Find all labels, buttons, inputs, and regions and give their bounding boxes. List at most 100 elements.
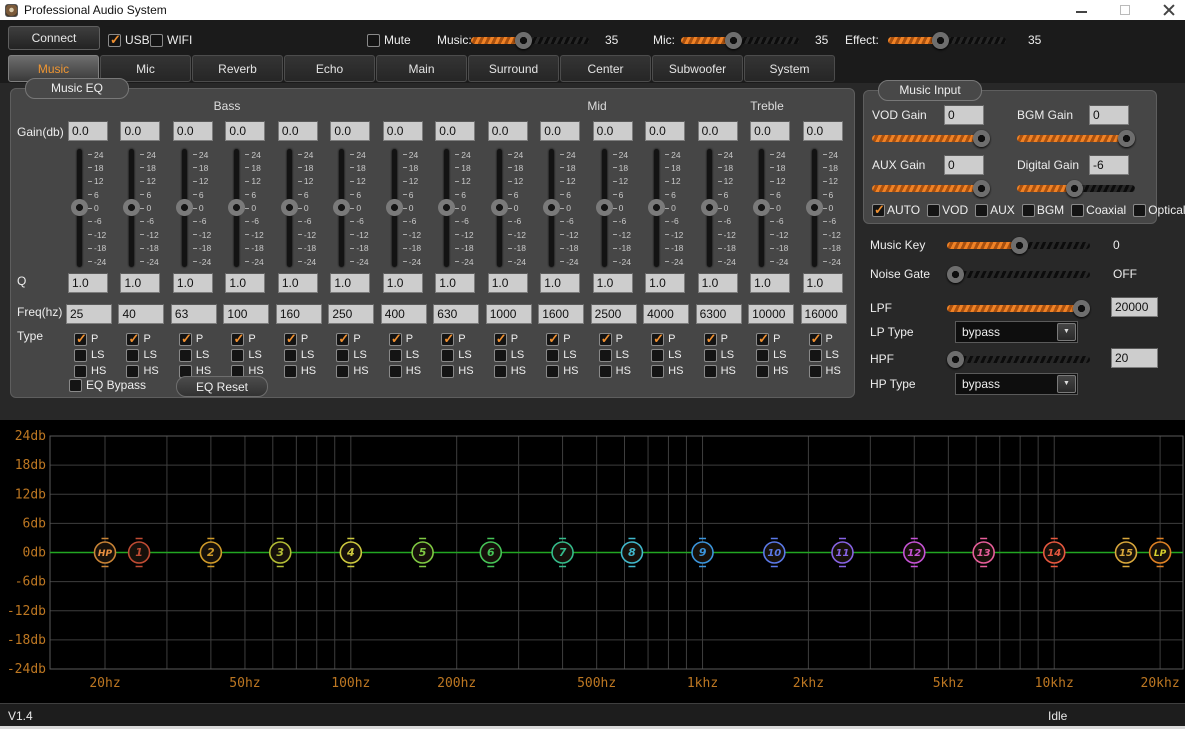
slider-knob[interactable]: [543, 199, 560, 216]
band-point-6[interactable]: 6: [480, 539, 501, 567]
q-input[interactable]: [330, 273, 370, 293]
band-point-4[interactable]: 4: [340, 539, 361, 567]
gain-input[interactable]: [330, 121, 370, 141]
tab-surround[interactable]: Surround: [468, 55, 559, 82]
tab-reverb[interactable]: Reverb: [192, 55, 283, 82]
gain-slider[interactable]: 24181260-6-12-18-24: [488, 149, 536, 267]
q-input[interactable]: [68, 273, 108, 293]
q-input[interactable]: [698, 273, 738, 293]
tab-echo[interactable]: Echo: [284, 55, 375, 82]
type-checkbox-hs[interactable]: [546, 365, 559, 378]
q-input[interactable]: [645, 273, 685, 293]
lpf-slider[interactable]: [947, 300, 1090, 316]
type-checkbox-p[interactable]: [494, 333, 507, 346]
hpf-value-input[interactable]: [1111, 348, 1158, 368]
gain-slider[interactable]: 24181260-6-12-18-24: [120, 149, 168, 267]
gain-input[interactable]: [173, 121, 213, 141]
gain-slider[interactable]: 24181260-6-12-18-24: [645, 149, 693, 267]
gain-slider[interactable]: 24181260-6-12-18-24: [173, 149, 221, 267]
vod-gain-input[interactable]: [944, 105, 984, 125]
freq-input[interactable]: [643, 304, 689, 324]
type-checkbox-ls[interactable]: [809, 349, 822, 362]
lp-type-dropdown[interactable]: bypass: [955, 321, 1078, 343]
wifi-checkbox[interactable]: [150, 34, 163, 47]
band-point-9[interactable]: 9: [692, 539, 713, 567]
freq-input[interactable]: [696, 304, 742, 324]
q-input[interactable]: [173, 273, 213, 293]
coaxial-source-checkbox[interactable]: [1071, 204, 1084, 217]
slider-knob[interactable]: [386, 199, 403, 216]
gain-input[interactable]: [803, 121, 843, 141]
freq-input[interactable]: [591, 304, 637, 324]
aux-gain-input[interactable]: [944, 155, 984, 175]
type-checkbox-ls[interactable]: [441, 349, 454, 362]
type-checkbox-p[interactable]: [389, 333, 402, 346]
gain-slider[interactable]: 24181260-6-12-18-24: [68, 149, 116, 267]
type-checkbox-p[interactable]: [179, 333, 192, 346]
band-point-12[interactable]: 12: [904, 539, 925, 567]
slider-knob[interactable]: [806, 199, 823, 216]
type-checkbox-ls[interactable]: [389, 349, 402, 362]
type-checkbox-ls[interactable]: [704, 349, 717, 362]
band-point-14[interactable]: 14: [1044, 539, 1065, 567]
type-checkbox-p[interactable]: [126, 333, 139, 346]
slider-knob[interactable]: [947, 266, 964, 283]
close-button[interactable]: [1161, 2, 1177, 18]
aux-gain-slider[interactable]: [872, 180, 990, 196]
slider-knob[interactable]: [491, 199, 508, 216]
type-checkbox-p[interactable]: [756, 333, 769, 346]
q-input[interactable]: [383, 273, 423, 293]
band-point-hp[interactable]: HP: [95, 539, 116, 567]
slider-knob[interactable]: [228, 199, 245, 216]
q-input[interactable]: [593, 273, 633, 293]
type-checkbox-p[interactable]: [336, 333, 349, 346]
slider-knob[interactable]: [753, 199, 770, 216]
type-checkbox-hs[interactable]: [494, 365, 507, 378]
gain-slider[interactable]: 24181260-6-12-18-24: [540, 149, 588, 267]
freq-input[interactable]: [276, 304, 322, 324]
effect-volume-slider[interactable]: [888, 32, 1006, 48]
band-point-lp[interactable]: LP: [1150, 539, 1171, 567]
connect-button[interactable]: Connect: [8, 26, 100, 50]
minimize-button[interactable]: [1073, 2, 1089, 18]
q-input[interactable]: [540, 273, 580, 293]
freq-input[interactable]: [328, 304, 374, 324]
type-checkbox-p[interactable]: [74, 333, 87, 346]
gain-input[interactable]: [383, 121, 423, 141]
slider-knob[interactable]: [281, 199, 298, 216]
gain-input[interactable]: [120, 121, 160, 141]
slider-knob[interactable]: [515, 32, 532, 49]
digital-gain-slider[interactable]: [1017, 180, 1135, 196]
gain-slider[interactable]: 24181260-6-12-18-24: [225, 149, 273, 267]
band-point-15[interactable]: 15: [1116, 539, 1137, 567]
music-key-slider[interactable]: [947, 237, 1090, 253]
q-input[interactable]: [278, 273, 318, 293]
q-input[interactable]: [435, 273, 475, 293]
type-checkbox-p[interactable]: [809, 333, 822, 346]
gain-slider[interactable]: 24181260-6-12-18-24: [435, 149, 483, 267]
type-checkbox-ls[interactable]: [336, 349, 349, 362]
gain-input[interactable]: [645, 121, 685, 141]
freq-input[interactable]: [748, 304, 794, 324]
slider-knob[interactable]: [1118, 130, 1135, 147]
gain-input[interactable]: [750, 121, 790, 141]
slider-knob[interactable]: [701, 199, 718, 216]
q-input[interactable]: [488, 273, 528, 293]
band-point-5[interactable]: 5: [412, 539, 433, 567]
music-volume-slider[interactable]: [471, 32, 589, 48]
slider-track[interactable]: [947, 356, 1090, 363]
slider-knob[interactable]: [1066, 180, 1083, 197]
freq-input[interactable]: [801, 304, 847, 324]
slider-knob[interactable]: [973, 130, 990, 147]
type-checkbox-ls[interactable]: [651, 349, 664, 362]
slider-knob[interactable]: [71, 199, 88, 216]
eq-reset-button[interactable]: EQ Reset: [176, 376, 268, 397]
gain-slider[interactable]: 24181260-6-12-18-24: [698, 149, 746, 267]
freq-input[interactable]: [118, 304, 164, 324]
band-point-1[interactable]: 1: [129, 539, 150, 567]
aux-source-checkbox[interactable]: [975, 204, 988, 217]
slider-knob[interactable]: [176, 199, 193, 216]
type-checkbox-ls[interactable]: [126, 349, 139, 362]
gain-slider[interactable]: 24181260-6-12-18-24: [750, 149, 798, 267]
type-checkbox-p[interactable]: [704, 333, 717, 346]
